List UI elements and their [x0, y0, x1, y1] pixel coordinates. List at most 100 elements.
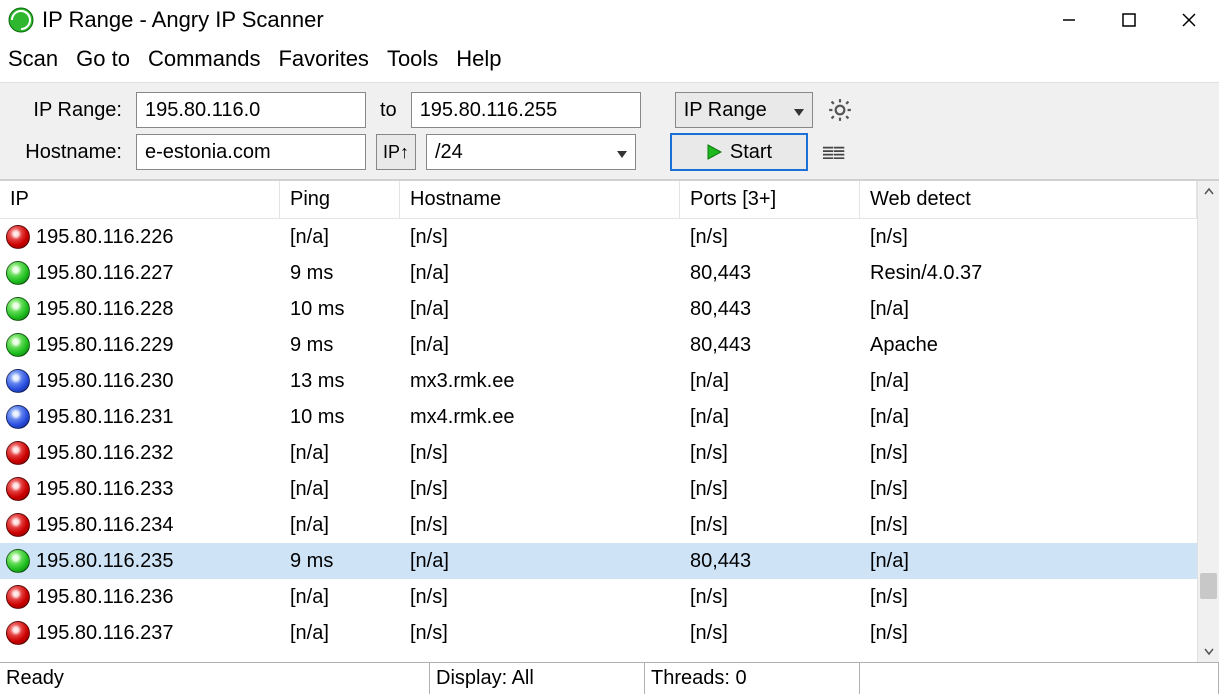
ip-text: 195.80.116.226 [36, 226, 174, 249]
ip-to-input[interactable] [411, 92, 641, 128]
status-bar: Ready Display: All Threads: 0 [0, 662, 1219, 694]
start-button[interactable]: Start [670, 133, 808, 171]
col-header-ports[interactable]: Ports [3+] [680, 181, 860, 219]
status-icon [6, 405, 30, 429]
cell-webdetect: [n/s] [860, 615, 1197, 651]
cell-hostname: [n/s] [400, 219, 680, 255]
close-button[interactable] [1159, 0, 1219, 40]
cell-ports: [n/a] [680, 399, 860, 435]
cell-ping: [n/a] [280, 579, 400, 615]
cell-ports: 80,443 [680, 255, 860, 291]
scrollbar-thumb[interactable] [1200, 573, 1217, 599]
cell-webdetect: [n/s] [860, 507, 1197, 543]
status-display: Display: All [430, 663, 645, 694]
cell-ports: 80,443 [680, 543, 860, 579]
play-icon [706, 144, 722, 160]
cell-ip: 195.80.116.227 [0, 255, 280, 291]
cell-ip: 195.80.116.236 [0, 579, 280, 615]
cell-ip: 195.80.116.235 [0, 543, 280, 579]
col-header-ip[interactable]: IP [0, 181, 280, 219]
cell-ping: 9 ms [280, 255, 400, 291]
status-threads: Threads: 0 [645, 663, 860, 694]
cell-ports: 80,443 [680, 327, 860, 363]
menu-tools[interactable]: Tools [387, 46, 438, 72]
cell-hostname: [n/s] [400, 615, 680, 651]
netmask-dropdown[interactable]: /24 [426, 134, 636, 170]
start-button-label: Start [730, 141, 772, 164]
scroll-up-button[interactable] [1198, 181, 1219, 203]
ip-text: 195.80.116.230 [36, 370, 174, 393]
fetchers-button[interactable]: ≣≣ [818, 135, 848, 169]
cell-ip: 195.80.116.228 [0, 291, 280, 327]
cell-ip: 195.80.116.226 [0, 219, 280, 255]
ip-text: 195.80.116.228 [36, 298, 174, 321]
cell-ip: 195.80.116.233 [0, 471, 280, 507]
cell-ip: 195.80.116.232 [0, 435, 280, 471]
cell-hostname: [n/a] [400, 543, 680, 579]
cell-ping: [n/a] [280, 219, 400, 255]
cell-hostname: [n/s] [400, 579, 680, 615]
status-icon [6, 297, 30, 321]
menu-favorites[interactable]: Favorites [278, 46, 368, 72]
ip-text: 195.80.116.234 [36, 514, 174, 537]
table-row[interactable]: 195.80.116.233[n/a][n/s][n/s][n/s] [0, 471, 1197, 507]
results-table: IP Ping Hostname Ports [3+] Web detect 1… [0, 180, 1219, 662]
table-row[interactable]: 195.80.116.2299 ms[n/a]80,443Apache [0, 327, 1197, 363]
cell-webdetect: [n/s] [860, 435, 1197, 471]
toolbar: IP Range: to IP Range Hostname: IP↑ /24 … [0, 82, 1219, 180]
table-row[interactable]: 195.80.116.232[n/a][n/s][n/s][n/s] [0, 435, 1197, 471]
minimize-button[interactable] [1039, 0, 1099, 40]
maximize-button[interactable] [1099, 0, 1159, 40]
ip-up-button[interactable]: IP↑ [376, 134, 416, 170]
cell-ping: 13 ms [280, 363, 400, 399]
app-icon [8, 7, 34, 33]
menu-goto[interactable]: Go to [76, 46, 130, 72]
menu-help[interactable]: Help [456, 46, 501, 72]
status-empty [860, 663, 1219, 694]
table-row[interactable]: 195.80.116.2279 ms[n/a]80,443Resin/4.0.3… [0, 255, 1197, 291]
cell-ping: [n/a] [280, 435, 400, 471]
cell-hostname: [n/s] [400, 507, 680, 543]
table-row[interactable]: 195.80.116.236[n/a][n/s][n/s][n/s] [0, 579, 1197, 615]
cell-ping: 9 ms [280, 543, 400, 579]
table-row[interactable]: 195.80.116.234[n/a][n/s][n/s][n/s] [0, 507, 1197, 543]
col-header-hostname[interactable]: Hostname [400, 181, 680, 219]
status-icon [6, 585, 30, 609]
cell-ports: 80,443 [680, 291, 860, 327]
preferences-button[interactable] [823, 93, 857, 127]
col-header-webdetect[interactable]: Web detect [860, 181, 1197, 219]
cell-ports: [n/a] [680, 363, 860, 399]
vertical-scrollbar[interactable] [1197, 181, 1219, 662]
table-header: IP Ping Hostname Ports [3+] Web detect [0, 181, 1197, 219]
ip-from-input[interactable] [136, 92, 366, 128]
range-type-dropdown[interactable]: IP Range [675, 92, 813, 128]
cell-hostname: [n/s] [400, 471, 680, 507]
cell-ports: [n/s] [680, 471, 860, 507]
chevron-down-icon [617, 141, 627, 164]
menu-scan[interactable]: Scan [8, 46, 58, 72]
status-icon [6, 513, 30, 537]
menu-commands[interactable]: Commands [148, 46, 260, 72]
cell-ports: [n/s] [680, 507, 860, 543]
cell-ports: [n/s] [680, 615, 860, 651]
status-icon [6, 333, 30, 357]
fetchers-icon: ≣≣ [822, 140, 844, 164]
hostname-input[interactable] [136, 134, 366, 170]
table-row[interactable]: 195.80.116.2359 ms[n/a]80,443[n/a] [0, 543, 1197, 579]
table-row[interactable]: 195.80.116.237[n/a][n/s][n/s][n/s] [0, 615, 1197, 651]
col-header-ping[interactable]: Ping [280, 181, 400, 219]
table-row[interactable]: 195.80.116.23013 msmx3.rmk.ee[n/a][n/a] [0, 363, 1197, 399]
table-row[interactable]: 195.80.116.22810 ms[n/a]80,443[n/a] [0, 291, 1197, 327]
cell-ping: 10 ms [280, 399, 400, 435]
cell-ping: [n/a] [280, 615, 400, 651]
cell-hostname: mx3.rmk.ee [400, 363, 680, 399]
gear-icon [827, 97, 853, 123]
table-row[interactable]: 195.80.116.226[n/a][n/s][n/s][n/s] [0, 219, 1197, 255]
scrollbar-track[interactable] [1198, 203, 1219, 640]
cell-ip: 195.80.116.230 [0, 363, 280, 399]
table-row[interactable]: 195.80.116.23110 msmx4.rmk.ee[n/a][n/a] [0, 399, 1197, 435]
status-icon [6, 477, 30, 501]
range-type-label: IP Range [684, 99, 767, 122]
cell-hostname: [n/a] [400, 327, 680, 363]
scroll-down-button[interactable] [1198, 640, 1219, 662]
